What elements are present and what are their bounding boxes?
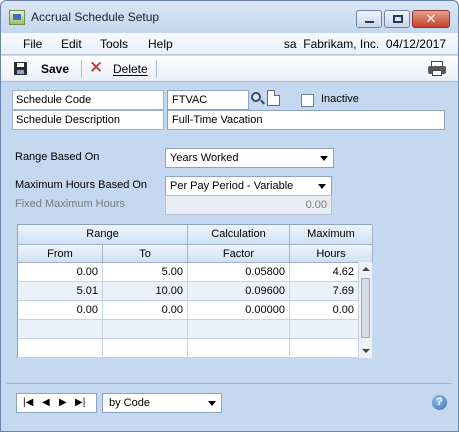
grid-cell-hours[interactable] (290, 320, 359, 339)
max-hours-based-on-label: Maximum Hours Based On (15, 179, 148, 191)
app-icon (9, 10, 25, 25)
toolbar-separator (81, 60, 82, 78)
grid-cell-hours[interactable]: 7.69 (290, 282, 359, 301)
schedule-code-field[interactable]: FTVAC (167, 90, 249, 110)
range-based-on-label: Range Based On (15, 151, 100, 163)
chevron-down-icon (208, 401, 216, 406)
close-button[interactable]: ✕ (412, 10, 450, 28)
menu-edit[interactable]: Edit (61, 37, 82, 51)
menu-file[interactable]: File (23, 37, 42, 51)
grid-cell-from[interactable]: 5.01 (18, 282, 103, 301)
previous-record-icon[interactable]: ◀ (42, 397, 50, 408)
minimize-button[interactable] (356, 10, 382, 28)
range-based-on-dropdown[interactable]: Years Worked (165, 148, 334, 168)
delete-label: Delete (113, 62, 148, 76)
grid-cell-to[interactable]: 0.00 (103, 301, 188, 320)
grid-cell-to[interactable] (103, 320, 188, 339)
grid-cell-factor[interactable] (188, 320, 290, 339)
grid-header-maximum: Maximum (290, 225, 373, 245)
print-icon[interactable] (428, 61, 446, 76)
max-hours-based-on-dropdown[interactable]: Per Pay Period - Variable (165, 176, 332, 196)
grid-cell-hours[interactable]: 4.62 (290, 263, 359, 282)
sort-by-dropdown[interactable]: by Code (102, 393, 222, 413)
range-based-on-value: Years Worked (170, 152, 239, 164)
maximize-button[interactable] (384, 10, 410, 28)
chevron-down-icon (318, 184, 326, 189)
schedule-description-field[interactable]: Full-Time Vacation (167, 110, 445, 130)
inactive-label: Inactive (321, 93, 359, 105)
chevron-down-icon (320, 156, 328, 161)
title-bar: Accrual Schedule Setup ✕ (1, 1, 458, 33)
grid-header-calculation: Calculation (188, 225, 290, 245)
last-record-icon[interactable]: ▶| (75, 397, 85, 408)
maximize-icon (393, 15, 403, 23)
scroll-up-icon[interactable] (362, 267, 370, 271)
schedule-code-label: Schedule Code (12, 90, 164, 110)
save-icon (14, 62, 27, 75)
note-icon[interactable] (267, 90, 280, 106)
grid-header-hours: Hours (290, 245, 373, 263)
grid-cell-hours[interactable]: 0.00 (290, 301, 359, 320)
first-record-icon[interactable]: |◀ (23, 397, 33, 408)
grid-header-to: To (103, 245, 188, 263)
lookup-icon[interactable] (250, 91, 265, 106)
grid-scrollbar[interactable] (358, 262, 372, 358)
window-title: Accrual Schedule Setup (31, 10, 160, 24)
minimize-icon (365, 21, 374, 23)
grid-header-factor: Factor (188, 245, 290, 263)
accrual-grid: Range Calculation Maximum From To Factor… (17, 224, 373, 358)
fixed-max-hours-label: Fixed Maximum Hours (15, 198, 126, 210)
scroll-down-icon[interactable] (362, 349, 370, 353)
fixed-max-hours-field: 0.00 (165, 195, 332, 215)
sort-by-value: by Code (109, 397, 150, 409)
schedule-description-label: Schedule Description (12, 110, 164, 130)
max-hours-based-on-value: Per Pay Period - Variable (170, 180, 294, 192)
grid-header-from: From (18, 245, 103, 263)
menu-help[interactable]: Help (148, 37, 173, 51)
delete-icon: ✕ (89, 58, 104, 77)
save-label: Save (41, 62, 70, 76)
toolbar: Save ✕ Delete (1, 56, 458, 82)
record-navigation: |◀ ◀ ▶ ▶| (16, 393, 97, 413)
grid-cell-from[interactable]: 0.00 (18, 263, 103, 282)
grid-cell-factor[interactable] (188, 339, 290, 358)
menu-bar: File Edit Tools Help sa Fabrikam, Inc. 0… (1, 33, 458, 55)
menu-tools[interactable]: Tools (100, 37, 128, 51)
grid-cell-to[interactable]: 5.00 (103, 263, 188, 282)
close-icon: ✕ (425, 11, 437, 26)
bottom-bar: |◀ ◀ ▶ ▶| by Code ? (7, 383, 452, 421)
help-icon[interactable]: ? (432, 395, 447, 410)
scroll-thumb[interactable] (361, 278, 370, 338)
grid-cell-to[interactable]: 10.00 (103, 282, 188, 301)
grid-cell-from[interactable] (18, 320, 103, 339)
next-record-icon[interactable]: ▶ (59, 397, 67, 408)
grid-header-range: Range (18, 225, 188, 245)
grid-cell-factor[interactable]: 0.00000 (188, 301, 290, 320)
toolbar-separator (156, 60, 157, 78)
grid-cell-to[interactable] (103, 339, 188, 358)
grid-cell-from[interactable]: 0.00 (18, 301, 103, 320)
user-company-date: sa Fabrikam, Inc. 04/12/2017 (283, 37, 446, 51)
grid-cell-from[interactable] (18, 339, 103, 358)
grid-cell-factor[interactable]: 0.09600 (188, 282, 290, 301)
window: Accrual Schedule Setup ✕ File Edit Tools… (0, 0, 459, 432)
inactive-checkbox[interactable] (301, 94, 314, 107)
grid-cell-factor[interactable]: 0.05800 (188, 263, 290, 282)
grid-cell-hours[interactable] (290, 339, 359, 358)
